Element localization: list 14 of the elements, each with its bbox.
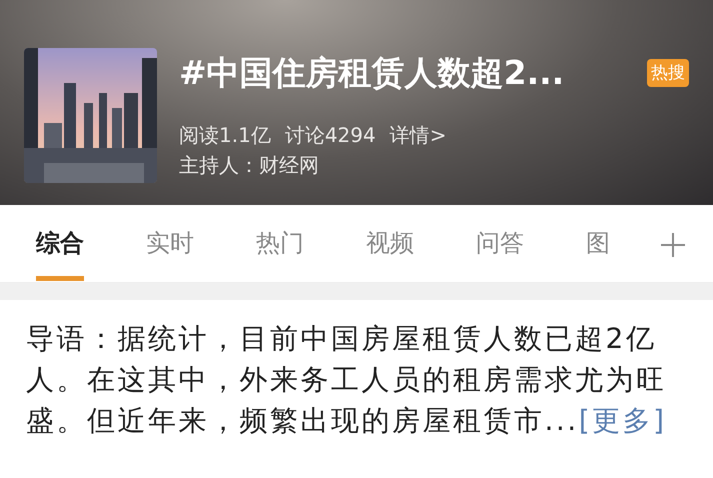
tab[interactable]: 实时 [146, 205, 194, 281]
topic-title: #中国住房租赁人数超2... [179, 52, 564, 94]
add-icon[interactable] [661, 233, 685, 257]
discussion-count: 讨论4294 [284, 122, 376, 148]
intro-paragraph: 导语：据统计，目前中国房屋租赁人数已超2亿人。在这其中，外来务工人员的租房需求尤为旺盛。但近年来，频繁出现的房屋租赁市...[更多] [25, 321, 668, 439]
host-label: 主持人：财经网 [179, 152, 320, 178]
tab[interactable]: 视频 [366, 205, 414, 281]
more-link[interactable]: [更多] [578, 404, 667, 437]
details-link[interactable]: 详情> [390, 122, 446, 148]
tab[interactable]: 图 [586, 205, 610, 281]
read-count: 阅读1.1亿 [179, 122, 271, 148]
hot-search-badge: 热搜 [647, 59, 689, 87]
tab[interactable]: 热门 [256, 205, 304, 281]
tab[interactable]: 问答 [476, 205, 524, 281]
